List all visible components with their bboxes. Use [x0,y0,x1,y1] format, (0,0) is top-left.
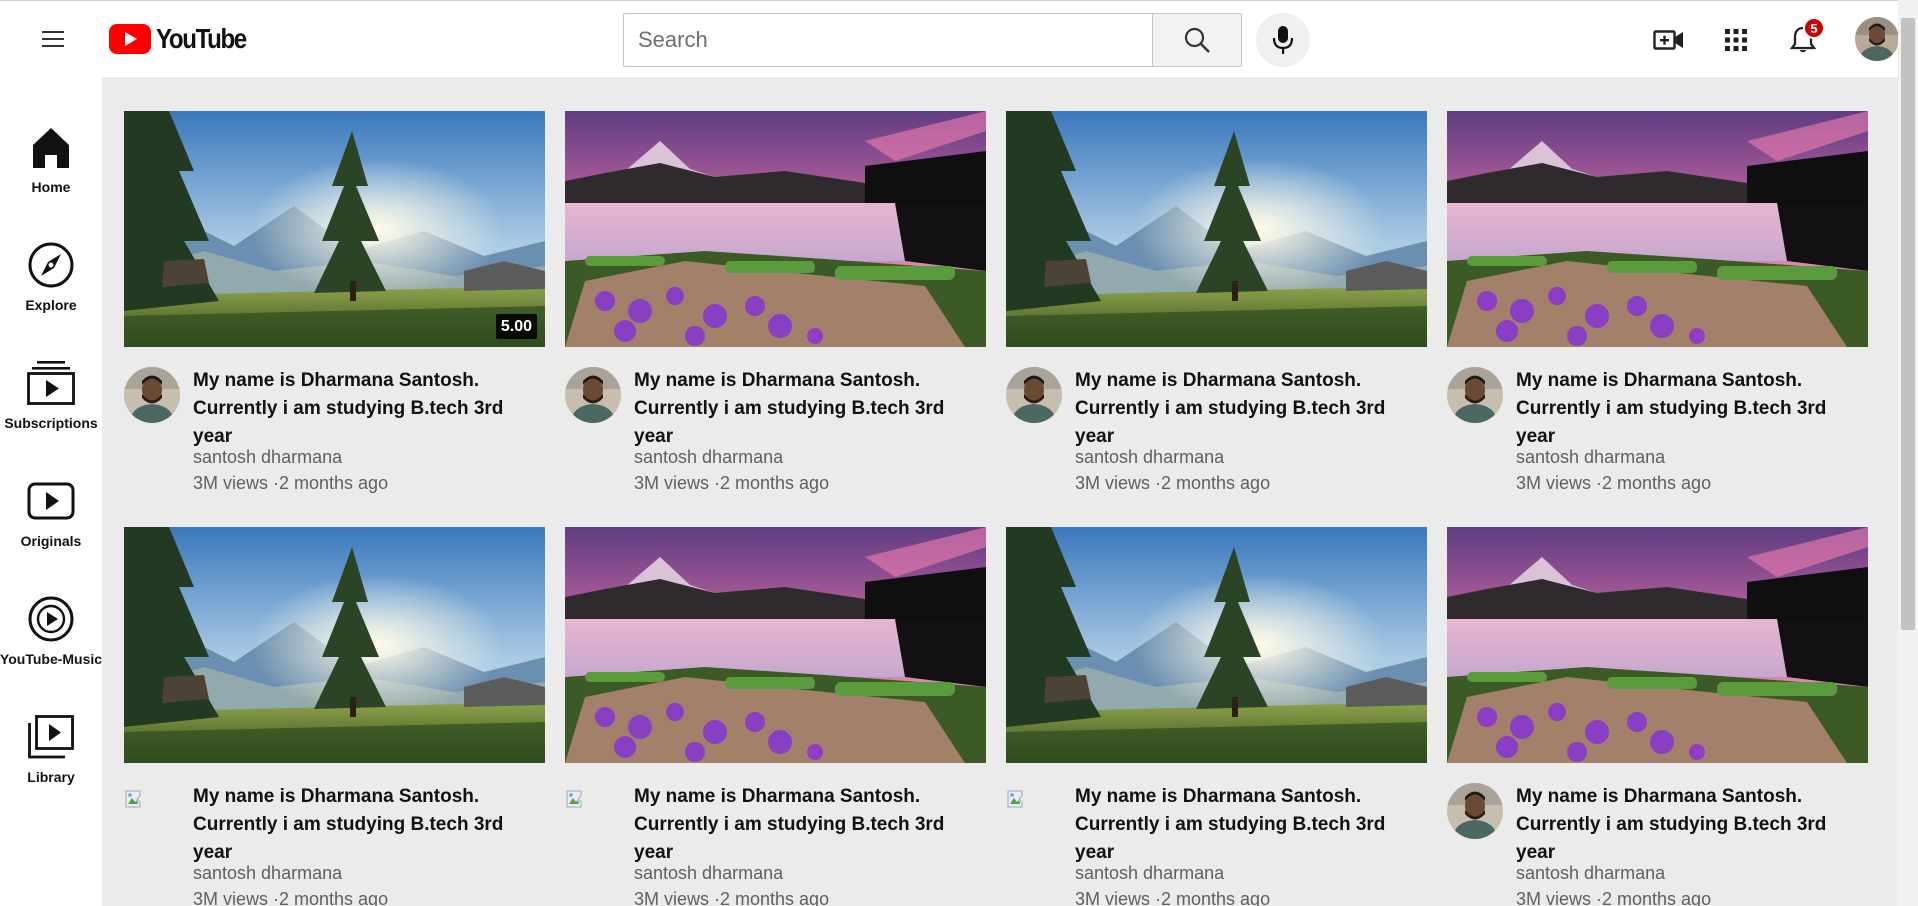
notification-badge: 5 [1803,17,1825,39]
video-thumbnail[interactable] [1006,111,1427,347]
video-card[interactable]: My name is Dharmana Santosh. Currently i… [124,527,545,906]
channel-name[interactable]: santosh dharmana [1075,447,1224,468]
compass-icon [26,239,76,291]
search-button[interactable] [1152,13,1242,67]
video-thumbnail[interactable] [1447,111,1868,347]
video-meta: 3M views ·2 months ago [634,473,830,493]
broken-image-icon[interactable] [124,787,148,811]
video-meta: 3M views ·2 months ago [634,889,830,906]
video-card[interactable]: My name is Dharmana Santosh. Currently i… [1006,527,1427,906]
library-icon [26,711,76,763]
menu-icon[interactable] [38,23,70,55]
subscriptions-icon [26,357,76,409]
channel-name[interactable]: santosh dharmana [634,447,783,468]
video-card[interactable]: My name is Dharmana Santosh. Currently i… [1447,111,1868,493]
channel-avatar[interactable] [565,367,621,423]
video-thumbnail[interactable]: 5.00 [124,111,545,347]
sidebar-item-originals[interactable]: Originals [0,431,102,551]
user-avatar[interactable] [1855,17,1899,61]
channel-name[interactable]: santosh dharmana [1516,863,1665,884]
video-title[interactable]: My name is Dharmana Santosh. Currently i… [634,367,986,451]
sidebar-item-subscriptions[interactable]: Subscriptions [0,313,102,433]
mic-icon [1272,26,1294,54]
home-icon [26,121,76,173]
duration-badge: 5.00 [495,314,537,339]
video-thumbnail[interactable] [565,527,986,763]
video-card[interactable]: My name is Dharmana Santosh. Currently i… [565,527,986,906]
channel-avatar[interactable] [1447,367,1503,423]
logo-text: YouTube [156,23,247,54]
sidebar: Home Explore Subscriptions Originals You… [0,77,102,906]
top-header: YouTube 5 [0,0,1899,77]
channel-name[interactable]: santosh dharmana [193,863,342,884]
video-meta: 3M views ·2 months ago [1075,889,1271,906]
apps-button[interactable] [1718,23,1754,57]
broken-image-icon[interactable] [1006,787,1030,811]
page-scrollbar[interactable] [1898,0,1918,906]
sidebar-item-home[interactable]: Home [0,77,102,197]
channel-avatar[interactable] [1447,783,1503,839]
video-card[interactable]: My name is Dharmana Santosh. Currently i… [1447,527,1868,906]
channel-name[interactable]: santosh dharmana [1075,863,1224,884]
video-thumbnail[interactable] [124,527,545,763]
video-meta: 3M views ·2 months ago [1516,889,1712,906]
video-title[interactable]: My name is Dharmana Santosh. Currently i… [1516,783,1868,867]
video-title[interactable]: My name is Dharmana Santosh. Currently i… [1075,367,1427,451]
channel-name[interactable]: santosh dharmana [1516,447,1665,468]
video-meta: 3M views ·2 months ago [193,889,389,906]
search-input[interactable] [638,27,1139,53]
sidebar-item-label: YouTube-Music [0,651,103,667]
create-video-icon [1653,30,1683,50]
broken-image-icon[interactable] [565,787,589,811]
video-card[interactable]: 5.00 My name is Dharmana Santosh. Curren… [124,111,545,493]
sidebar-item-youtube-music[interactable]: YouTube-Music [0,549,102,669]
search-field[interactable] [623,13,1153,67]
video-title[interactable]: My name is Dharmana Santosh. Currently i… [634,783,986,867]
video-title[interactable]: My name is Dharmana Santosh. Currently i… [193,367,545,451]
video-title[interactable]: My name is Dharmana Santosh. Currently i… [1075,783,1427,867]
video-meta: 3M views ·2 months ago [1516,473,1712,493]
sidebar-item-library[interactable]: Library [0,667,102,787]
video-card[interactable]: My name is Dharmana Santosh. Currently i… [565,111,986,493]
youtube-logo-icon [109,24,151,54]
video-card[interactable]: My name is Dharmana Santosh. Currently i… [1006,111,1427,493]
channel-name[interactable]: santosh dharmana [634,863,783,884]
sidebar-item-label: Subscriptions [4,415,98,431]
sidebar-item-label: Library [27,769,75,785]
video-meta: 3M views ·2 months ago [1075,473,1271,493]
apps-grid-icon [1725,29,1747,51]
video-title[interactable]: My name is Dharmana Santosh. Currently i… [193,783,545,867]
video-meta: 3M views ·2 months ago [193,473,389,493]
channel-name[interactable]: santosh dharmana [193,447,342,468]
video-thumbnail[interactable] [565,111,986,347]
sidebar-item-label: Originals [20,533,82,549]
sidebar-item-label: Home [31,179,71,195]
channel-avatar[interactable] [1006,367,1062,423]
sidebar-item-explore[interactable]: Explore [0,195,102,315]
youtube-logo[interactable]: YouTube [109,23,260,55]
play-box-icon [26,475,76,527]
search-icon [1184,27,1210,53]
video-thumbnail[interactable] [1006,527,1427,763]
video-title[interactable]: My name is Dharmana Santosh. Currently i… [1516,367,1868,451]
music-play-icon [26,593,76,645]
voice-search-button[interactable] [1256,13,1310,67]
scrollbar-thumb[interactable] [1901,18,1915,630]
sidebar-item-label: Explore [25,297,77,313]
channel-avatar[interactable] [124,367,180,423]
create-video-button[interactable] [1651,23,1687,57]
video-thumbnail[interactable] [1447,527,1868,763]
